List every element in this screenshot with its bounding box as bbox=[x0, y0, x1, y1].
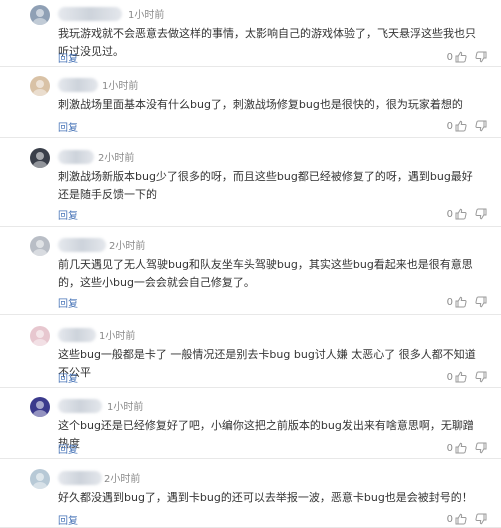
avatar[interactable] bbox=[30, 148, 50, 168]
comment-item: 2小时前前几天遇见了无人驾驶bug和队友坐车头驾驶bug，其实这些bug看起来也… bbox=[0, 236, 501, 315]
comment-text: 我玩游戏就不会恶意去做这样的事情，太影响自己的游戏体验了，飞天悬浮这些我也只听过… bbox=[58, 27, 476, 58]
comment-time: 1小时前 bbox=[128, 10, 165, 21]
thumbs-up-icon[interactable] bbox=[455, 120, 467, 132]
comment-item: 2小时前刺激战场新版本bug少了很多的呀，而且这些bug都已经被修复了的呀，遇到… bbox=[0, 148, 501, 227]
vote-actions: 0 bbox=[447, 513, 487, 525]
avatar[interactable] bbox=[30, 326, 50, 346]
reply-button[interactable]: 回复 bbox=[58, 512, 78, 527]
blurred-username bbox=[58, 7, 122, 21]
avatar[interactable] bbox=[30, 469, 50, 489]
thumbs-up-icon[interactable] bbox=[455, 513, 467, 525]
vote-actions: 0 bbox=[447, 51, 487, 63]
thumbs-down-icon[interactable] bbox=[475, 371, 487, 383]
reply-button[interactable]: 回复 bbox=[58, 119, 78, 134]
comment-item: 1小时前这个bug还是已经修复好了吧，小编你这把之前版本的bug发出来有啥意思啊… bbox=[0, 397, 501, 459]
vote-actions: 0 bbox=[447, 208, 487, 220]
like-count: 0 bbox=[446, 442, 453, 454]
blurred-username bbox=[58, 78, 98, 92]
comment-item: 2小时前好久都没遇到bug了，遇到卡bug的还可以去举报一波，恶意卡bug也是会… bbox=[0, 469, 501, 528]
blurred-username bbox=[58, 150, 94, 164]
thumbs-down-icon[interactable] bbox=[475, 513, 487, 525]
blurred-username bbox=[58, 328, 96, 342]
thumbs-up-icon[interactable] bbox=[455, 442, 467, 454]
avatar[interactable] bbox=[30, 76, 50, 96]
comment-item: 1小时前刺激战场里面基本没有什么bug了，刺激战场修复bug也是很快的，很为玩家… bbox=[0, 76, 501, 138]
blurred-username bbox=[58, 399, 102, 413]
vote-actions: 0 bbox=[447, 296, 487, 308]
comment-time: 1小时前 bbox=[102, 81, 139, 92]
avatar[interactable] bbox=[30, 5, 50, 25]
comment-item: 1小时前这些bug一般都是卡了 一般情况还是别去卡bug bug讨人嫌 太恶心了… bbox=[0, 326, 501, 388]
blurred-username bbox=[58, 471, 102, 485]
thumbs-up-icon[interactable] bbox=[455, 208, 467, 220]
comment-text: 这个bug还是已经修复好了吧，小编你这把之前版本的bug发出来有啥意思啊，无聊蹭… bbox=[58, 419, 474, 450]
reply-button[interactable]: 回复 bbox=[58, 441, 78, 456]
comment-time: 1小时前 bbox=[107, 402, 144, 413]
like-count: 0 bbox=[446, 371, 453, 383]
like-count: 0 bbox=[446, 51, 453, 63]
thumbs-up-icon[interactable] bbox=[455, 51, 467, 63]
comment-item: 1小时前我玩游戏就不会恶意去做这样的事情，太影响自己的游戏体验了，飞天悬浮这些我… bbox=[0, 5, 501, 67]
avatar[interactable] bbox=[30, 397, 50, 417]
vote-actions: 0 bbox=[447, 371, 487, 383]
comment-time: 1小时前 bbox=[99, 331, 136, 342]
blurred-username bbox=[58, 238, 106, 252]
comment-time: 2小时前 bbox=[104, 474, 141, 485]
like-count: 0 bbox=[446, 513, 453, 525]
thumbs-up-icon[interactable] bbox=[455, 296, 467, 308]
comment-text: 刺激战场里面基本没有什么bug了，刺激战场修复bug也是很快的，很为玩家着想的 bbox=[58, 98, 463, 111]
comment-text: 这些bug一般都是卡了 一般情况还是别去卡bug bug讨人嫌 太恶心了 很多人… bbox=[58, 348, 476, 379]
like-count: 0 bbox=[446, 296, 453, 308]
avatar[interactable] bbox=[30, 236, 50, 256]
thumbs-up-icon[interactable] bbox=[455, 371, 467, 383]
thumbs-down-icon[interactable] bbox=[475, 120, 487, 132]
reply-button[interactable]: 回复 bbox=[58, 370, 78, 385]
vote-actions: 0 bbox=[447, 442, 487, 454]
comment-text: 刺激战场新版本bug少了很多的呀，而且这些bug都已经被修复了的呀，遇到bug最… bbox=[58, 170, 473, 201]
thumbs-down-icon[interactable] bbox=[475, 296, 487, 308]
thumbs-down-icon[interactable] bbox=[475, 51, 487, 63]
comment-text: 好久都没遇到bug了，遇到卡bug的还可以去举报一波，恶意卡bug也是会被封号的… bbox=[58, 491, 473, 504]
vote-actions: 0 bbox=[447, 120, 487, 132]
reply-button[interactable]: 回复 bbox=[58, 295, 78, 310]
reply-button[interactable]: 回复 bbox=[58, 207, 78, 222]
reply-button[interactable]: 回复 bbox=[58, 50, 78, 65]
comment-text: 前几天遇见了无人驾驶bug和队友坐车头驾驶bug，其实这些bug看起来也是很有意… bbox=[58, 258, 473, 289]
comment-time: 2小时前 bbox=[109, 241, 146, 252]
like-count: 0 bbox=[446, 120, 453, 132]
thumbs-down-icon[interactable] bbox=[475, 208, 487, 220]
thumbs-down-icon[interactable] bbox=[475, 442, 487, 454]
comment-time: 2小时前 bbox=[98, 153, 135, 164]
like-count: 0 bbox=[446, 208, 453, 220]
